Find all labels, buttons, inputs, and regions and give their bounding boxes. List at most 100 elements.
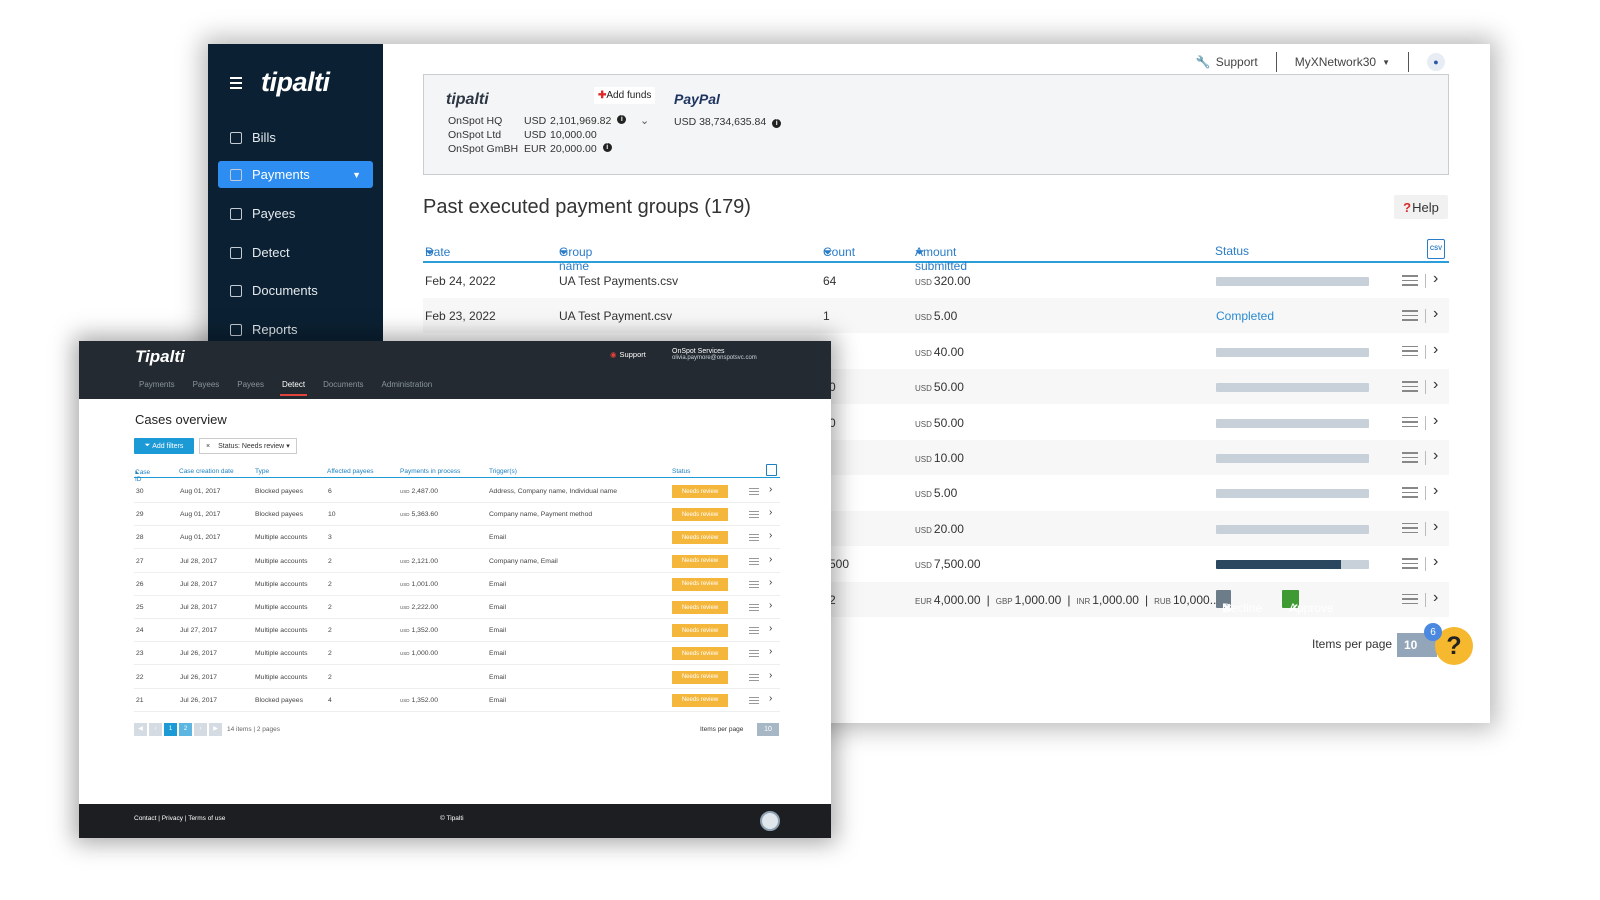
- menu-icon[interactable]: [1402, 593, 1418, 608]
- chevron-right-icon[interactable]: ›: [769, 554, 772, 565]
- col-payments[interactable]: Payments in process: [400, 468, 460, 475]
- chevron-right-icon[interactable]: ›: [1433, 341, 1438, 359]
- tab-administration[interactable]: Administration: [382, 380, 433, 395]
- chevron-right-icon[interactable]: ›: [1433, 589, 1438, 607]
- chevron-right-icon[interactable]: ›: [1433, 412, 1438, 430]
- account-menu[interactable]: OnSpot Services olivia.paymore@onspotsvc.…: [672, 348, 757, 362]
- table-row[interactable]: 25 Jul 28, 2017 Multiple accounts 2 USD 2,222…: [134, 596, 780, 619]
- chevron-right-icon[interactable]: ›: [1433, 270, 1438, 288]
- tab-documents[interactable]: Documents: [323, 380, 363, 395]
- footer-links[interactable]: Contact | Privacy | Terms of use: [134, 815, 225, 822]
- filter-chip[interactable]: × Status: Needs review ▾: [199, 438, 297, 454]
- caret-down-icon[interactable]: ▼: [1382, 58, 1390, 67]
- chevron-right-icon[interactable]: ›: [1433, 518, 1438, 536]
- tab-payees[interactable]: Payees: [237, 380, 264, 395]
- info-icon[interactable]: i: [602, 143, 612, 152]
- chevron-down-icon[interactable]: ⌄: [640, 114, 649, 127]
- chevron-right-icon[interactable]: ›: [769, 670, 772, 681]
- sidebar-item-detect[interactable]: Detect: [218, 239, 373, 266]
- tab-payments[interactable]: Payments: [139, 380, 175, 395]
- menu-icon[interactable]: [1402, 275, 1418, 289]
- menu-icon[interactable]: [749, 488, 759, 497]
- approve-button[interactable]: ✔ Approve: [1282, 589, 1334, 615]
- support-link[interactable]: ◉ Support: [610, 350, 646, 359]
- chevron-right-icon[interactable]: ›: [769, 507, 772, 518]
- chevron-right-icon[interactable]: ›: [769, 646, 772, 657]
- sidebar-item-payments[interactable]: Payments ▼: [218, 161, 373, 188]
- info-icon[interactable]: i: [617, 115, 627, 124]
- menu-icon[interactable]: [749, 673, 759, 683]
- menu-icon[interactable]: [1402, 558, 1418, 572]
- row-group-name[interactable]: UA Test Payments.csv: [559, 274, 678, 288]
- filter-icon[interactable]: ⏷: [915, 245, 925, 260]
- info-icon[interactable]: i: [772, 119, 782, 128]
- menu-icon[interactable]: [1402, 381, 1418, 395]
- table-row[interactable]: 30 Aug 01, 2017 Blocked payees 6 USD 2,487.00…: [134, 480, 780, 503]
- first-page-button[interactable]: ◀: [134, 723, 147, 736]
- col-status[interactable]: Status: [672, 468, 690, 475]
- table-row[interactable]: Feb 24, 2022 UA Test Payments.csv 64 USD 320…: [423, 263, 1449, 298]
- menu-icon[interactable]: [749, 511, 759, 520]
- chevron-right-icon[interactable]: ›: [1433, 482, 1438, 500]
- chevron-right-icon[interactable]: ›: [769, 623, 772, 634]
- chevron-right-icon[interactable]: ›: [769, 693, 772, 704]
- table-row[interactable]: 24 Jul 27, 2017 Multiple accounts 2 USD 1,352…: [134, 619, 780, 643]
- menu-icon[interactable]: [749, 650, 759, 659]
- sidebar-item-bills[interactable]: Bills: [218, 124, 373, 151]
- caret-down-icon[interactable]: ▼: [352, 170, 361, 180]
- sidebar-item-payees[interactable]: Payees: [218, 200, 373, 227]
- last-page-button[interactable]: ▶: [209, 723, 222, 736]
- chevron-right-icon[interactable]: ›: [1433, 447, 1438, 465]
- add-filters-button[interactable]: ⏷ Add filters: [134, 438, 194, 454]
- table-row[interactable]: 22 Jul 26, 2017 Multiple accounts 2 Email Nee…: [134, 666, 780, 689]
- chevron-right-icon[interactable]: ›: [1433, 553, 1438, 571]
- menu-icon[interactable]: [749, 627, 759, 636]
- account-menu[interactable]: MyXNetwork30: [1295, 55, 1376, 69]
- col-trigger[interactable]: Trigger(s): [489, 468, 517, 475]
- chevron-right-icon[interactable]: ›: [769, 577, 772, 588]
- sidebar-item-documents[interactable]: Documents: [218, 277, 373, 304]
- next-page-button[interactable]: ›: [194, 723, 207, 736]
- csv-export-icon[interactable]: CSV: [1427, 239, 1445, 259]
- menu-icon[interactable]: [1402, 452, 1418, 466]
- table-row[interactable]: 27 Jul 28, 2017 Multiple accounts 2 USD 2,121…: [134, 550, 780, 573]
- user-icon[interactable]: ●: [1427, 53, 1445, 71]
- page-2-button[interactable]: 2: [179, 723, 192, 736]
- tab-detect[interactable]: Detect: [279, 380, 308, 396]
- close-icon[interactable]: ×: [206, 443, 210, 450]
- col-type[interactable]: Type: [255, 468, 269, 475]
- filter-icon[interactable]: ⏷: [823, 245, 833, 260]
- menu-icon[interactable]: [1402, 487, 1418, 501]
- chevron-right-icon[interactable]: ›: [769, 530, 772, 541]
- tab-payees[interactable]: Payees: [193, 380, 220, 395]
- filter-icon[interactable]: ⏷: [559, 245, 569, 260]
- page-1-button[interactable]: 1: [164, 723, 177, 736]
- chevron-right-icon[interactable]: ›: [1433, 305, 1438, 323]
- chevron-right-icon[interactable]: ›: [769, 600, 772, 611]
- filter-icon[interactable]: ⏷: [425, 245, 435, 260]
- menu-icon[interactable]: [1402, 345, 1418, 360]
- row-group-name[interactable]: UA Test Payment.csv: [559, 309, 672, 323]
- menu-icon[interactable]: [749, 557, 759, 567]
- table-row[interactable]: 29 Aug 01, 2017 Blocked payees 10 USD 5,363.6…: [134, 503, 780, 527]
- prev-page-button[interactable]: ‹: [149, 723, 162, 736]
- decline-button[interactable]: ✖ Decline: [1216, 589, 1262, 615]
- menu-icon[interactable]: [749, 534, 759, 543]
- table-row[interactable]: 28 Aug 01, 2017 Multiple accounts 3 Email Nee…: [134, 526, 780, 550]
- table-row[interactable]: 21 Jul 26, 2017 Blocked payees 4 USD 1,352.00…: [134, 689, 780, 712]
- menu-icon[interactable]: [230, 77, 242, 92]
- csv-export-icon[interactable]: [766, 464, 777, 476]
- col-case-id[interactable]: Case ID ▴: [135, 468, 150, 483]
- chevron-right-icon[interactable]: ›: [1433, 376, 1438, 394]
- chevron-right-icon[interactable]: ›: [769, 484, 772, 495]
- help-button[interactable]: ? Help: [1394, 195, 1448, 219]
- col-affected[interactable]: Affected payees: [327, 468, 374, 475]
- col-case-date[interactable]: Case creation date: [179, 468, 234, 475]
- menu-icon[interactable]: [749, 604, 759, 613]
- menu-icon[interactable]: [1402, 416, 1418, 431]
- table-row[interactable]: 23 Jul 26, 2017 Multiple accounts 2 USD 1,000…: [134, 642, 780, 666]
- menu-icon[interactable]: [749, 696, 759, 706]
- menu-icon[interactable]: [749, 580, 759, 590]
- add-funds-button[interactable]: ✚Add funds: [594, 87, 656, 104]
- support-link[interactable]: Support: [1216, 55, 1258, 69]
